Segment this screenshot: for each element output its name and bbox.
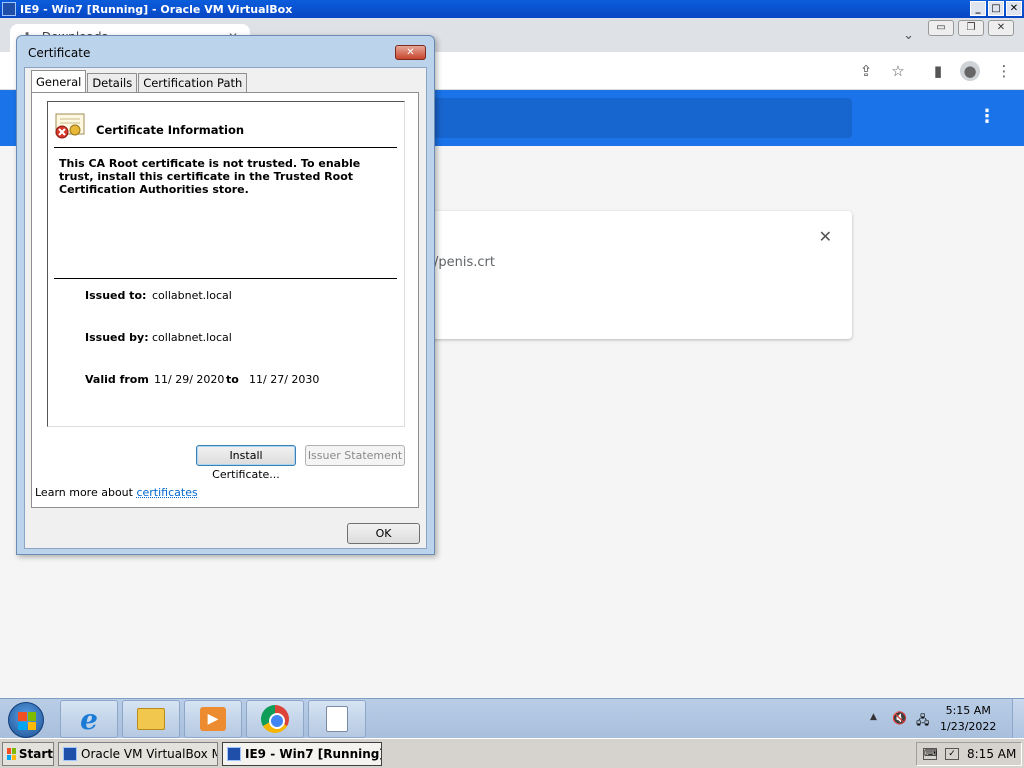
host-start-button[interactable]: Start xyxy=(2,742,54,766)
guest-taskbar: e ▶ ▲ 🔇 🖧 5:15 AM 1/23/2022 xyxy=(0,698,1024,739)
chrome-menu-icon[interactable]: ⋮ xyxy=(994,61,1014,81)
host-task-label: Oracle VM VirtualBox Ma... xyxy=(81,747,217,761)
bookmark-star-icon[interactable]: ☆ xyxy=(888,61,908,81)
virtualbox-icon xyxy=(2,2,16,16)
chrome-window-controls: ▭ ❐ ✕ xyxy=(928,20,1014,36)
virtualbox-icon xyxy=(227,747,241,761)
dialog-tabs: General Details Certification Path xyxy=(31,70,248,92)
host-clock[interactable]: 8:15 AM xyxy=(967,747,1016,761)
general-tab-panel: Certificate Information This CA Root cer… xyxy=(31,92,419,508)
host-task-virtualbox-manager[interactable]: Oracle VM VirtualBox Ma... xyxy=(58,742,218,766)
host-taskbar: Start Oracle VM VirtualBox Ma... IE9 - W… xyxy=(0,738,1024,768)
windows-logo-icon xyxy=(18,712,36,730)
windows-logo-icon xyxy=(7,748,16,760)
valid-from-value: 11/ 29/ 2020 xyxy=(154,373,225,386)
host-task-ie9-vm[interactable]: IE9 - Win7 [Running] ... xyxy=(222,742,382,766)
issued-to-label: Issued to: xyxy=(85,289,147,302)
host-window-title: IE9 - Win7 [Running] - Oracle VM Virtual… xyxy=(20,2,293,16)
valid-to-value: 11/ 27/ 2030 xyxy=(249,373,320,386)
host-close-button[interactable]: ✕ xyxy=(1006,1,1022,16)
dialog-title: Certificate xyxy=(28,46,91,60)
tab-details[interactable]: Details xyxy=(87,73,138,92)
chrome-maximize-button[interactable]: ❐ xyxy=(958,20,984,36)
host-window-controls: _ □ ✕ xyxy=(970,1,1022,16)
tab-search-chevron-icon[interactable]: ⌄ xyxy=(903,28,914,43)
divider xyxy=(54,147,397,148)
host-system-tray: ⌨ ✓ 8:15 AM xyxy=(916,742,1022,766)
keyboard-icon[interactable]: ⌨ xyxy=(923,748,937,760)
show-desktop-button[interactable] xyxy=(1012,699,1024,739)
install-certificate-button[interactable]: Install Certificate... xyxy=(196,445,296,481)
host-minimize-button[interactable]: _ xyxy=(970,1,986,16)
issued-by-label: Issued by: xyxy=(85,331,149,344)
downloads-more-icon[interactable]: ⋮ xyxy=(978,107,996,127)
media-player-taskbar-icon[interactable]: ▶ xyxy=(184,700,242,738)
guest-time: 5:15 AM xyxy=(945,704,991,717)
chrome-taskbar-icon[interactable] xyxy=(246,700,304,738)
issuer-statement-button: Issuer Statement xyxy=(305,445,405,466)
start-label: Start xyxy=(18,747,53,761)
untrusted-certificate-icon xyxy=(55,113,85,139)
network-icon[interactable]: 🖧 xyxy=(916,711,932,727)
guest-date: 1/23/2022 xyxy=(940,720,997,733)
guest-screen: ⬇ Downloads ✕ ⌄ ▭ ❐ ✕ ⇪ ☆ ▮ ● ⋮ ⋮ /penis… xyxy=(0,18,1024,698)
host-titlebar: IE9 - Win7 [Running] - Oracle VM Virtual… xyxy=(0,0,1024,18)
download-item-card: /penis.crt ✕ xyxy=(420,211,852,339)
volume-muted-icon[interactable]: 🔇 xyxy=(892,711,908,727)
certificate-info-frame: Certificate Information This CA Root cer… xyxy=(47,101,405,427)
host-task-label: IE9 - Win7 [Running] ... xyxy=(245,747,382,761)
downloads-search-bar[interactable] xyxy=(420,98,852,138)
trust-warning-text: This CA Root certificate is not trusted.… xyxy=(59,157,361,196)
side-panel-icon[interactable]: ▮ xyxy=(928,61,948,81)
host-restore-button[interactable]: □ xyxy=(988,1,1004,16)
tab-certification-path[interactable]: Certification Path xyxy=(138,73,248,92)
issued-by-value: collabnet.local xyxy=(152,331,232,344)
download-filename[interactable]: /penis.crt xyxy=(434,255,495,270)
guest-clock[interactable]: 5:15 AM 1/23/2022 xyxy=(940,703,996,735)
show-hidden-icons-arrow-icon[interactable]: ▲ xyxy=(870,712,877,722)
certificate-dialog: Certificate ✕ General Details Certificat… xyxy=(16,35,435,555)
explorer-taskbar-icon[interactable] xyxy=(122,700,180,738)
issued-to-value: collabnet.local xyxy=(152,289,232,302)
certificates-link[interactable]: certificates xyxy=(136,486,197,499)
tab-general[interactable]: General xyxy=(31,70,87,92)
share-icon[interactable]: ⇪ xyxy=(856,61,876,81)
divider xyxy=(54,278,397,279)
valid-to-label: to xyxy=(226,373,239,386)
learn-more-text: Learn more about certificates xyxy=(35,486,198,499)
profile-avatar-icon[interactable]: ● xyxy=(960,61,980,81)
network-icon[interactable]: ✓ xyxy=(945,748,959,760)
valid-from-label: Valid from xyxy=(85,373,149,386)
learn-more-prefix: Learn more about xyxy=(35,486,137,499)
win7-start-orb[interactable] xyxy=(8,702,44,738)
chrome-close-button[interactable]: ✕ xyxy=(988,20,1014,36)
virtualbox-icon xyxy=(63,747,77,761)
certificate-info-title: Certificate Information xyxy=(96,123,245,137)
chrome-minimize-button[interactable]: ▭ xyxy=(928,20,954,36)
dialog-body: General Details Certification Path Certi… xyxy=(24,67,427,549)
dialog-close-button[interactable]: ✕ xyxy=(395,45,426,60)
ie-taskbar-icon[interactable]: e xyxy=(60,700,118,738)
notepad-taskbar-icon[interactable] xyxy=(308,700,366,738)
remove-download-icon[interactable]: ✕ xyxy=(819,227,832,246)
ok-button[interactable]: OK xyxy=(347,523,420,544)
